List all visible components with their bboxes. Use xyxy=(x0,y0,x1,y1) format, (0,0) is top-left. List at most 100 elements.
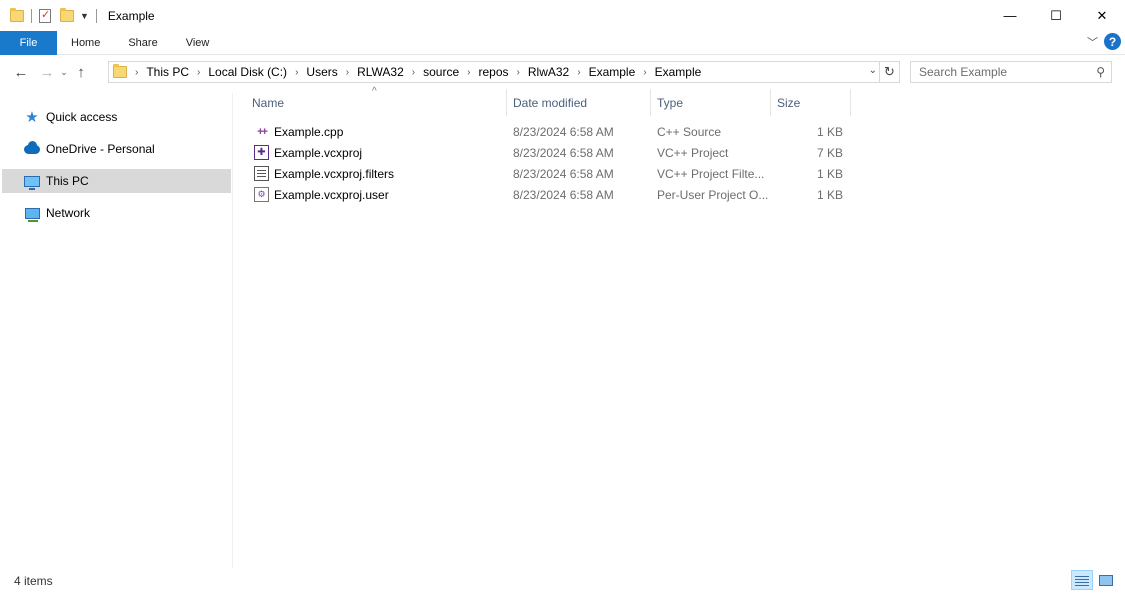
large-icons-view-icon xyxy=(1099,574,1113,586)
help-icon[interactable]: ? xyxy=(1104,33,1121,50)
chevron-right-icon[interactable]: › xyxy=(193,67,204,78)
navigation-pane: ★ Quick access OneDrive - Personal This … xyxy=(0,93,233,568)
nav-item-quick-access[interactable]: ★ Quick access xyxy=(0,105,232,129)
file-name-cell: ++ Example.cpp xyxy=(254,121,343,142)
quick-access-toolbar: ▼ Example xyxy=(0,0,155,31)
refresh-icon: ↻ xyxy=(884,64,895,79)
details-view-icon xyxy=(1075,575,1089,586)
file-size: 1 KB xyxy=(816,124,843,139)
cpp-file-icon: ++ xyxy=(257,125,268,138)
file-row[interactable]: ⚙ Example.vcxproj.user 8/23/2024 6:58 AM… xyxy=(252,184,852,205)
file-date: 8/23/2024 6:58 AM xyxy=(513,187,614,202)
file-date: 8/23/2024 6:58 AM xyxy=(513,124,614,139)
forward-arrow-icon[interactable]: → xyxy=(36,64,58,81)
chevron-right-icon[interactable]: › xyxy=(342,67,353,78)
file-name: Example.vcxproj xyxy=(274,145,363,160)
chevron-right-icon[interactable]: › xyxy=(291,67,302,78)
star-icon: ★ xyxy=(25,109,39,126)
column-header-date-modified[interactable]: Date modified xyxy=(507,89,651,116)
folder-icon xyxy=(113,64,127,78)
file-row[interactable]: Example.vcxproj.filters 8/23/2024 6:58 A… xyxy=(252,163,852,184)
nav-item-label: This PC xyxy=(46,174,89,188)
large-icons-view-button[interactable] xyxy=(1095,570,1117,590)
chevron-right-icon[interactable]: › xyxy=(131,67,142,78)
breadcrumb-users[interactable]: Users xyxy=(302,65,341,79)
tab-share[interactable]: Share xyxy=(114,31,171,55)
file-type: VC++ Project xyxy=(657,145,729,160)
file-size: 1 KB xyxy=(816,187,843,202)
folder-icon xyxy=(10,7,24,22)
minimize-button[interactable]: — xyxy=(987,0,1033,31)
breadcrumb-local-disk[interactable]: Local Disk (C:) xyxy=(204,65,291,79)
chevron-right-icon[interactable]: › xyxy=(463,67,474,78)
tab-file[interactable]: File xyxy=(0,30,57,55)
file-date: 8/23/2024 6:58 AM xyxy=(513,166,614,181)
filters-file-icon xyxy=(254,166,269,181)
separator xyxy=(95,8,97,23)
file-type: C++ Source xyxy=(657,124,722,139)
recent-locations-chevron-icon[interactable]: ⌄ xyxy=(58,67,70,78)
column-header-type[interactable]: Type xyxy=(651,89,771,116)
nav-item-label: OneDrive - Personal xyxy=(46,142,155,156)
user-file-icon: ⚙ xyxy=(254,187,269,202)
file-row[interactable]: ++ Example.cpp 8/23/2024 6:58 AM C++ Sou… xyxy=(252,121,852,142)
pc-icon xyxy=(24,175,40,190)
chevron-right-icon[interactable]: › xyxy=(639,67,650,78)
close-button[interactable]: ✕ xyxy=(1079,0,1125,31)
column-header-name[interactable]: Name xyxy=(246,89,507,116)
ribbon-right: ﹀ ? xyxy=(1087,33,1121,50)
file-name: Example.cpp xyxy=(274,124,344,139)
customize-toolbar-dropdown-icon[interactable]: ▼ xyxy=(80,11,89,21)
separator xyxy=(31,8,32,23)
address-row: ← → ⌄ ↑ › This PC › Local Disk (C:) › Us… xyxy=(0,55,1125,89)
address-dropdown-chevron-icon[interactable]: ⌄ xyxy=(869,65,877,76)
file-name-cell: ✚ Example.vcxproj xyxy=(254,142,362,163)
expand-ribbon-icon[interactable]: ﹀ xyxy=(1087,34,1098,50)
breadcrumb-this-pc[interactable]: This PC xyxy=(142,65,193,79)
search-box[interactable]: ⚲ xyxy=(910,61,1112,83)
tab-home[interactable]: Home xyxy=(57,31,114,55)
file-row[interactable]: ✚ Example.vcxproj 8/23/2024 6:58 AM VC++… xyxy=(252,142,852,163)
search-icon[interactable]: ⚲ xyxy=(1096,65,1105,79)
window-title: Example xyxy=(107,8,155,23)
window-controls: — ☐ ✕ xyxy=(987,0,1125,31)
item-count: 4 items xyxy=(14,573,53,588)
ribbon-tabs: File Home Share View ﹀ ? xyxy=(0,30,1125,55)
chevron-right-icon[interactable]: › xyxy=(408,67,419,78)
title-bar: ▼ Example — ☐ ✕ xyxy=(0,0,1125,31)
file-name: Example.vcxproj.filters xyxy=(274,166,395,181)
chevron-right-icon[interactable]: › xyxy=(573,67,584,78)
file-name-cell: ⚙ Example.vcxproj.user xyxy=(254,184,389,205)
search-input[interactable] xyxy=(919,65,1089,79)
network-icon xyxy=(24,207,40,222)
nav-item-network[interactable]: Network xyxy=(0,201,232,225)
nav-item-label: Quick access xyxy=(46,110,118,124)
breadcrumb-repos[interactable]: repos xyxy=(475,65,513,79)
file-type: VC++ Project Filte... xyxy=(657,166,765,181)
maximize-button[interactable]: ☐ xyxy=(1033,0,1079,31)
properties-icon[interactable] xyxy=(39,8,51,23)
close-icon: ✕ xyxy=(1096,7,1108,23)
details-view-button[interactable] xyxy=(1071,570,1093,590)
refresh-button[interactable]: ↻ xyxy=(880,61,900,83)
breadcrumb-example-current[interactable]: Example xyxy=(651,65,706,79)
column-header-size[interactable]: Size xyxy=(771,89,851,116)
maximize-icon: ☐ xyxy=(1050,7,1062,23)
chevron-right-icon[interactable]: › xyxy=(513,67,524,78)
breadcrumb-rlwa32[interactable]: RLWA32 xyxy=(353,65,408,79)
nav-item-this-pc[interactable]: This PC xyxy=(2,169,231,193)
nav-item-onedrive[interactable]: OneDrive - Personal xyxy=(0,137,232,161)
address-bar[interactable]: › This PC › Local Disk (C:) › Users › RL… xyxy=(108,61,880,83)
breadcrumb-example[interactable]: Example xyxy=(585,65,640,79)
new-folder-icon[interactable] xyxy=(60,7,74,22)
file-type: Per-User Project O... xyxy=(657,187,769,202)
minimize-icon: — xyxy=(1003,8,1017,23)
up-arrow-icon[interactable]: ↑ xyxy=(70,64,92,81)
back-arrow-icon[interactable]: ← xyxy=(10,64,32,81)
view-switcher xyxy=(1071,570,1117,590)
breadcrumb-rlwa32-repo[interactable]: RlwA32 xyxy=(524,65,573,79)
column-header-row: Name Date modified Type Size xyxy=(234,89,854,116)
tab-view[interactable]: View xyxy=(172,31,224,55)
file-name: Example.vcxproj.user xyxy=(274,187,389,202)
breadcrumb-source[interactable]: source xyxy=(419,65,463,79)
